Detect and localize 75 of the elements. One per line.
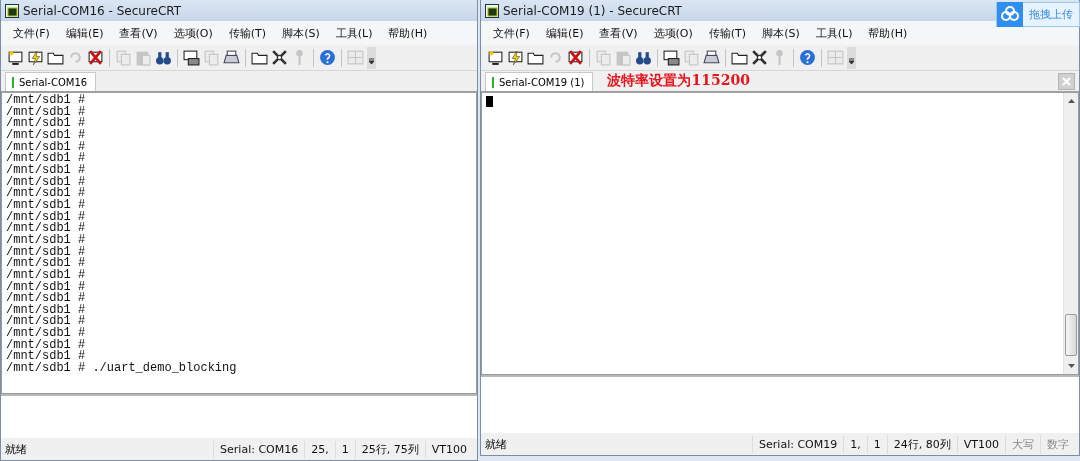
- menu-item[interactable]: 选项(O): [165, 23, 221, 43]
- terminal-line: /mnt/sdb1 #: [6, 95, 87, 107]
- lightning-icon[interactable]: [27, 49, 44, 66]
- overflow-icon[interactable]: [367, 46, 376, 69]
- status-pane: 24行, 80列: [886, 434, 957, 454]
- terminal-line: /mnt/sdb1 #: [6, 199, 87, 212]
- status-pane: Serial: COM16: [213, 440, 305, 458]
- status-indicator: 大写: [1005, 434, 1040, 454]
- binoculars-icon[interactable]: [635, 49, 652, 66]
- status-pane: 25,: [304, 440, 335, 458]
- terminal-line: /mnt/sdb1 #: [6, 188, 87, 200]
- status-message: 就绪: [485, 436, 508, 452]
- status-pane: 1,: [843, 435, 867, 453]
- terminal-line: /mnt/sdb1 #: [6, 223, 87, 235]
- terminal-line: /mnt/sdb1 #: [6, 234, 87, 247]
- window-icon: [485, 3, 499, 18]
- menu-item[interactable]: 脚本(S): [754, 23, 808, 43]
- menu-item[interactable]: 查看(V): [111, 23, 166, 43]
- screen-printer-icon[interactable]: [183, 49, 200, 66]
- command-input-field[interactable]: [481, 375, 1079, 433]
- status-pane: VT100: [424, 440, 473, 458]
- terminal-line: /mnt/sdb1 #: [6, 164, 87, 177]
- window-title: Serial-COM16 - SecureCRT: [23, 3, 182, 18]
- status-pane: Serial: COM19: [752, 435, 844, 453]
- scrollbar[interactable]: [1063, 93, 1078, 374]
- menu-item[interactable]: 传输(T): [220, 23, 275, 43]
- session-tab[interactable]: Serial-COM19 (1): [485, 72, 594, 91]
- printer-icon[interactable]: [703, 49, 720, 66]
- status-message: 就绪: [5, 441, 28, 457]
- status-pane: 1: [866, 435, 887, 453]
- help-icon[interactable]: [799, 49, 816, 66]
- x-icon[interactable]: [87, 49, 104, 66]
- status-pane: 25行, 75列: [354, 439, 425, 459]
- window-icon: [5, 3, 19, 18]
- screen-printer-icon[interactable]: [663, 49, 680, 66]
- help-icon[interactable]: [319, 49, 336, 66]
- printer-icon[interactable]: [223, 49, 240, 66]
- lightning-icon[interactable]: [507, 49, 524, 66]
- terminal-line: /mnt/sdb1 #: [6, 258, 87, 270]
- status-pane: VT100: [956, 435, 1005, 453]
- computer-icon[interactable]: [487, 49, 504, 66]
- binoculars-icon[interactable]: [155, 49, 172, 66]
- annotation: 波特率设置为115200: [607, 72, 750, 90]
- menu-item[interactable]: 查看(V): [591, 23, 646, 43]
- close-icon: [1062, 77, 1071, 86]
- tools-icon[interactable]: [271, 49, 288, 66]
- menu-item[interactable]: 编辑(E): [57, 23, 112, 43]
- scroll-thumb[interactable]: [1065, 314, 1077, 356]
- menu-item[interactable]: 编辑(E): [537, 23, 592, 43]
- computer-icon[interactable]: [7, 49, 24, 66]
- tools-icon[interactable]: [751, 49, 768, 66]
- terminal-line: /mnt/sdb1 #: [6, 328, 87, 340]
- menu-item[interactable]: 文件(F): [5, 23, 58, 43]
- menu-item[interactable]: 工具(L): [327, 23, 381, 43]
- window-title: Serial-COM19 (1) - SecureCRT: [503, 3, 682, 18]
- command-input-field[interactable]: [1, 394, 477, 438]
- session-tab[interactable]: Serial-COM16: [5, 72, 97, 91]
- terminal-line: /mnt/sdb1 #: [6, 293, 87, 305]
- terminal-line: /mnt/sdb1 #: [6, 129, 87, 142]
- status-pane: 1: [334, 440, 355, 458]
- terminal-line: /mnt/sdb1 #: [6, 269, 87, 282]
- terminal-line: /mnt/sdb1 # ./uart_demo_blocking: [6, 363, 238, 375]
- menu-item[interactable]: 文件(F): [485, 23, 538, 43]
- terminal-line: /mnt/sdb1 #: [6, 153, 87, 165]
- menu-item[interactable]: 工具(L): [807, 23, 861, 43]
- overflow-icon[interactable]: [847, 46, 856, 69]
- menu-item[interactable]: 帮助(H): [380, 23, 436, 43]
- menu-item[interactable]: 脚本(S): [274, 23, 328, 43]
- terminal-line: /mnt/sdb1 #: [6, 118, 87, 130]
- menu-item[interactable]: 选项(O): [645, 23, 701, 43]
- menu-item[interactable]: 帮助(H): [860, 23, 916, 43]
- status-indicator: 数字: [1040, 434, 1075, 454]
- menu-item[interactable]: 传输(T): [700, 23, 755, 43]
- upload-label: 拖拽上传: [1028, 7, 1074, 22]
- x-icon[interactable]: [567, 49, 584, 66]
